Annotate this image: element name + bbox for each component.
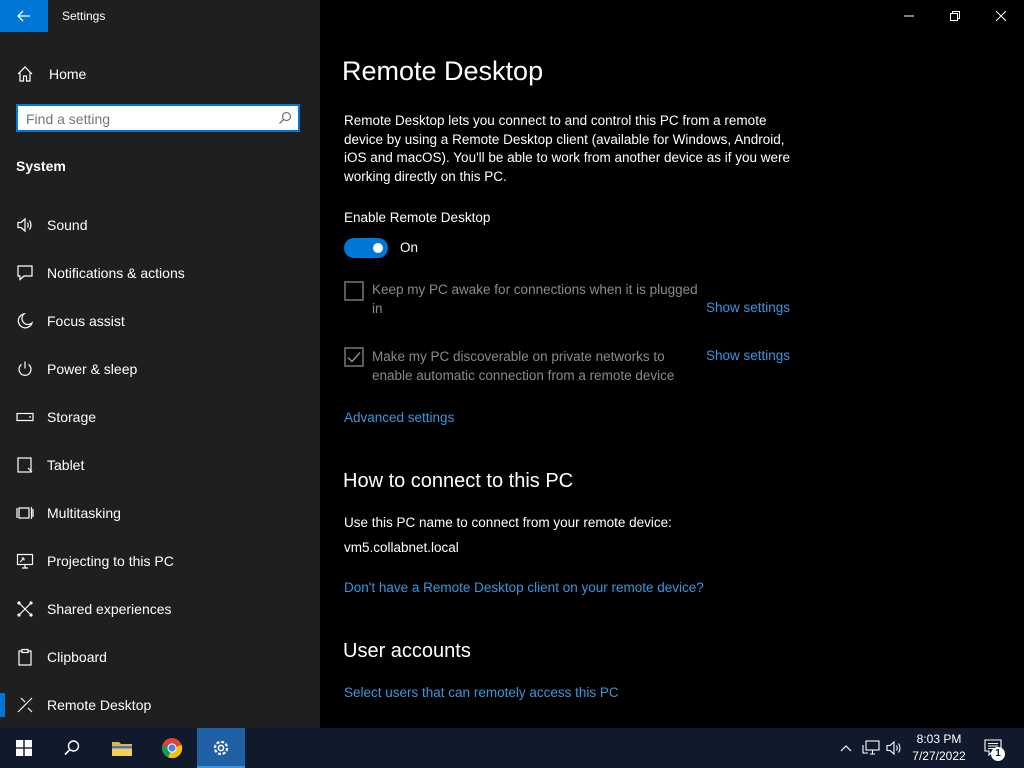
action-center-button[interactable]: 1	[982, 738, 1006, 761]
restore-icon	[950, 11, 960, 21]
back-button[interactable]	[0, 0, 48, 32]
windows-logo-icon	[16, 740, 32, 756]
multitasking-icon	[15, 503, 35, 523]
advanced-settings-link[interactable]: Advanced settings	[344, 410, 454, 425]
sidebar-item-focus-assist[interactable]: Focus assist	[0, 301, 320, 341]
sidebar-item-sound[interactable]: Sound	[0, 205, 320, 245]
start-button[interactable]	[0, 728, 48, 768]
clock-time: 8:03 PM	[916, 732, 962, 746]
search-icon	[64, 740, 80, 756]
checkmark-icon	[347, 352, 361, 363]
sidebar: Settings Home System Sound Notifications…	[0, 0, 320, 728]
chrome-button[interactable]	[148, 728, 196, 768]
taskbar: 8:03 PM 7/27/2022 1	[0, 728, 1024, 768]
sidebar-item-notifications[interactable]: Notifications & actions	[0, 253, 320, 293]
page-title: Remote Desktop	[342, 56, 544, 86]
home-label: Home	[49, 66, 87, 82]
chevron-up-icon	[840, 745, 852, 752]
sidebar-item-power-sleep[interactable]: Power & sleep	[0, 349, 320, 389]
notification-count-badge: 1	[991, 747, 1005, 761]
discoverable-checkbox[interactable]	[344, 347, 364, 367]
search-icon[interactable]	[278, 111, 292, 125]
discoverable-show-settings-link[interactable]: Show settings	[706, 348, 790, 363]
sidebar-item-shared-experiences[interactable]: Shared experiences	[0, 589, 320, 629]
power-icon	[15, 359, 35, 379]
storage-icon	[15, 407, 35, 427]
taskbar-search-button[interactable]	[48, 728, 96, 768]
sidebar-item-label: Tablet	[47, 457, 85, 473]
sidebar-item-label: Projecting to this PC	[47, 553, 174, 569]
settings-taskbar-button[interactable]	[197, 728, 245, 768]
remote-desktop-icon	[15, 695, 35, 715]
sidebar-item-label: Shared experiences	[47, 601, 172, 617]
section-heading: System	[16, 158, 66, 174]
notifications-icon	[15, 263, 35, 283]
pc-name: vm5.collabnet.local	[344, 540, 459, 555]
sidebar-item-remote-desktop[interactable]: Remote Desktop	[0, 685, 320, 725]
chrome-icon	[161, 738, 183, 759]
show-hidden-icons-button[interactable]	[838, 738, 854, 758]
minimize-button[interactable]	[886, 0, 932, 32]
sidebar-item-label: Sound	[47, 217, 88, 233]
app-title: Settings	[62, 9, 106, 23]
restore-button[interactable]	[932, 0, 978, 32]
sidebar-item-tablet[interactable]: Tablet	[0, 445, 320, 485]
get-client-link[interactable]: Don't have a Remote Desktop client on yo…	[344, 580, 704, 595]
user-accounts-heading: User accounts	[343, 640, 471, 662]
sidebar-item-label: Focus assist	[47, 313, 125, 329]
keep-awake-show-settings-link[interactable]: Show settings	[706, 300, 790, 315]
clock[interactable]: 8:03 PM 7/27/2022	[905, 731, 973, 765]
clipboard-icon	[15, 647, 35, 667]
sidebar-item-multitasking[interactable]: Multitasking	[0, 493, 320, 533]
discoverable-label: Make my PC discoverable on private netwo…	[372, 349, 675, 383]
tablet-icon	[15, 455, 35, 475]
sidebar-item-projecting[interactable]: Projecting to this PC	[0, 541, 320, 581]
enable-remote-desktop-toggle[interactable]	[344, 238, 388, 258]
folder-icon	[112, 742, 132, 756]
enable-remote-desktop-label: Enable Remote Desktop	[344, 210, 491, 225]
connect-heading: How to connect to this PC	[343, 470, 574, 492]
sidebar-item-label: Remote Desktop	[47, 697, 152, 713]
sidebar-item-label: Power & sleep	[47, 361, 138, 377]
moon-icon	[15, 311, 35, 331]
file-explorer-button[interactable]	[98, 728, 146, 768]
clock-date: 7/27/2022	[912, 749, 966, 763]
sidebar-item-storage[interactable]: Storage	[0, 397, 320, 437]
page-description: Remote Desktop lets you connect to and c…	[344, 113, 791, 184]
shared-experiences-icon	[15, 599, 35, 619]
back-arrow-icon	[17, 10, 30, 22]
network-icon	[862, 740, 880, 755]
home-icon	[17, 66, 33, 82]
speaker-icon	[15, 215, 35, 235]
close-icon	[996, 11, 1006, 21]
search-input[interactable]	[26, 110, 266, 128]
volume-icon	[886, 740, 901, 756]
search-box[interactable]	[16, 104, 300, 132]
sidebar-item-label: Clipboard	[47, 649, 107, 665]
sidebar-item-label: Notifications & actions	[47, 265, 185, 281]
sidebar-item-clipboard[interactable]: Clipboard	[0, 637, 320, 677]
connect-instruction: Use this PC name to connect from your re…	[344, 515, 672, 530]
sidebar-item-label: Multitasking	[47, 505, 121, 521]
minimize-icon	[904, 15, 914, 17]
keep-awake-label: Keep my PC awake for connections when it…	[372, 282, 698, 316]
home-link[interactable]: Home	[16, 62, 86, 86]
keep-awake-checkbox[interactable]	[344, 281, 364, 301]
select-users-link[interactable]: Select users that can remotely access th…	[344, 685, 619, 700]
volume-button[interactable]	[885, 738, 903, 758]
toggle-state-label: On	[400, 240, 419, 255]
projecting-icon	[15, 551, 35, 571]
close-button[interactable]	[978, 0, 1024, 32]
gear-icon	[213, 740, 229, 756]
network-button[interactable]	[862, 738, 880, 758]
sidebar-item-label: Storage	[47, 409, 97, 425]
